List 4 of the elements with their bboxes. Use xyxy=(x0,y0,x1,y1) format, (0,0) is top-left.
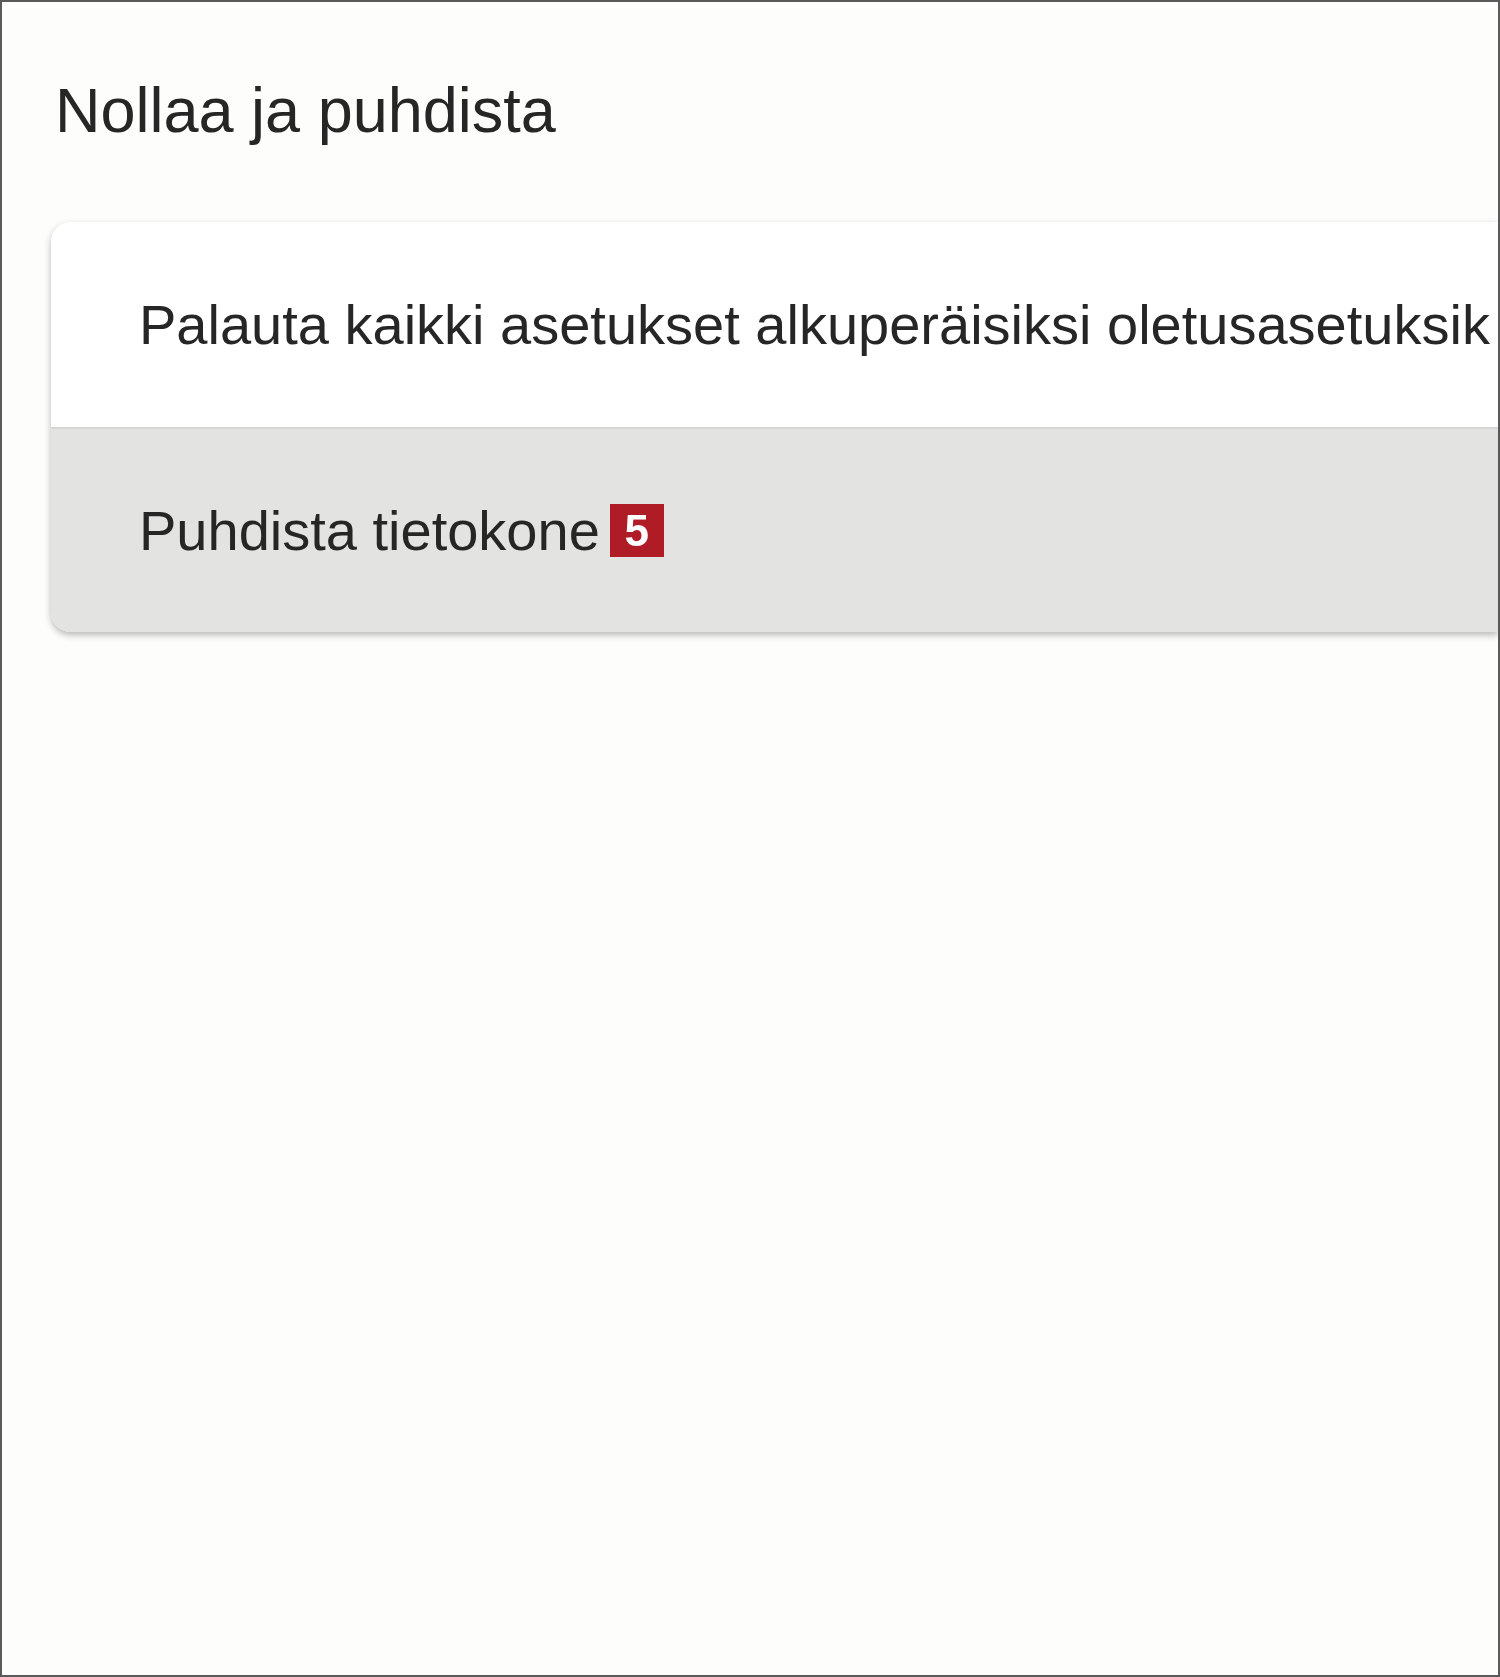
page-title: Nollaa ja puhdista xyxy=(55,74,556,147)
settings-option[interactable]: Puhdista tietokone 5 xyxy=(51,427,1498,632)
step-badge: 5 xyxy=(609,504,664,557)
settings-option[interactable]: Palauta kaikki asetukset alkuperäisiksi oletusasetuksik xyxy=(51,222,1498,427)
